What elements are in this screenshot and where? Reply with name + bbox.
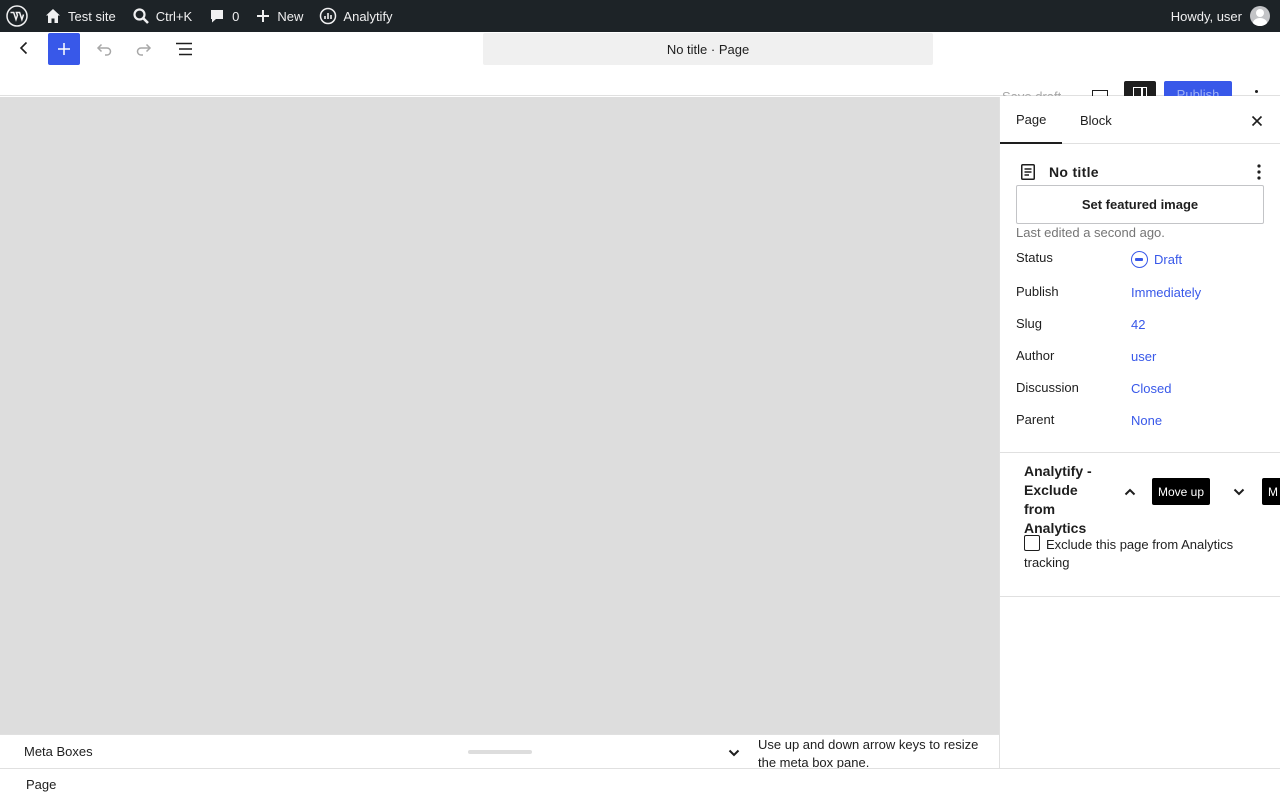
exclude-checkbox-label[interactable]: Exclude this page from Analytics trackin… <box>1024 537 1233 570</box>
my-account-link[interactable]: Howdy, user <box>1171 6 1280 26</box>
author-value[interactable]: user <box>1131 349 1156 364</box>
admin-bar: Test site Ctrl+K 0 New Analytify Howdy, … <box>0 0 1280 32</box>
status-value-text: Draft <box>1154 252 1183 267</box>
publish-value[interactable]: Immediately <box>1131 285 1201 300</box>
avatar <box>1250 6 1270 26</box>
list-view-icon <box>176 42 192 56</box>
chevron-left-icon <box>19 41 28 55</box>
settings-toggle-button[interactable] <box>1124 81 1156 97</box>
new-label: New <box>277 8 304 24</box>
publish-row: Publish Immediately <box>1016 284 1266 304</box>
block-inserter-button[interactable] <box>48 33 80 65</box>
back-button[interactable] <box>8 32 40 64</box>
more-options-icon[interactable] <box>1255 90 1258 93</box>
analytify-link[interactable]: Analytify <box>311 0 400 32</box>
move-down-button[interactable] <box>1227 480 1251 504</box>
comments-link[interactable]: 0 <box>200 0 247 32</box>
save-draft-button[interactable]: Save draft <box>1002 88 1061 96</box>
author-label: Author <box>1016 348 1055 363</box>
new-content-link[interactable]: New <box>247 0 311 32</box>
move-up-tooltip: Move up <box>1152 478 1211 505</box>
editor-footer: Page <box>0 768 1280 800</box>
parent-row: Parent None <box>1016 412 1266 432</box>
set-featured-image-button[interactable]: Set featured image <box>1016 185 1264 224</box>
draft-status-icon <box>1131 251 1148 268</box>
analytify-metabox: Analytify - Exclude from Analytics Move … <box>1000 453 1280 597</box>
comment-icon <box>211 10 224 23</box>
plus-icon <box>58 43 70 55</box>
slug-label: Slug <box>1016 316 1043 331</box>
publish-label: Publish <box>1016 284 1059 299</box>
chevron-down-icon <box>728 749 740 757</box>
settings-sidebar: Page Block No title Set featured image L… <box>999 97 1280 768</box>
tab-page-label: Page <box>1016 112 1047 127</box>
last-edited-text: Last edited a second ago. <box>1016 225 1165 240</box>
search-icon <box>133 8 149 24</box>
metabox-title: Analytify - Exclude from Analytics <box>1024 463 1092 536</box>
editor-canvas[interactable] <box>0 97 999 734</box>
publish-button[interactable]: Publish <box>1164 81 1232 96</box>
redo-button[interactable] <box>128 33 160 65</box>
comments-count: 0 <box>232 8 240 24</box>
status-row: Status Draft <box>1016 250 1266 270</box>
close-icon <box>1251 115 1263 127</box>
discussion-row: Discussion Closed <box>1016 380 1266 400</box>
home-icon <box>46 9 60 23</box>
wordpress-logo-icon[interactable] <box>0 0 36 32</box>
site-name-link[interactable]: Test site <box>36 0 124 32</box>
redo-icon <box>136 43 152 56</box>
greeting-label: Howdy, user <box>1170 8 1242 24</box>
document-title-bar[interactable]: No title · Page <box>483 33 933 65</box>
sidebar-icon <box>1133 87 1147 97</box>
breadcrumb[interactable]: Page <box>26 777 56 792</box>
search-shortcut-label: Ctrl+K <box>155 8 193 24</box>
command-palette-link[interactable]: Ctrl+K <box>124 0 200 32</box>
page-actions-button[interactable] <box>1249 160 1269 184</box>
status-label: Status <box>1016 250 1053 265</box>
tab-block-label: Block <box>1080 113 1112 128</box>
exclude-checkbox[interactable] <box>1024 535 1040 551</box>
chevron-down-icon <box>1233 488 1245 496</box>
preview-icon[interactable] <box>1092 90 1108 96</box>
parent-value[interactable]: None <box>1131 413 1162 428</box>
meta-boxes-title: Meta Boxes <box>24 744 93 759</box>
plus-icon <box>257 10 270 22</box>
chevron-up-icon <box>1124 488 1136 496</box>
page-icon <box>1016 160 1040 184</box>
editor-header: No title · Page Save draft Publish <box>0 32 1280 97</box>
slug-row: Slug 42 <box>1016 316 1266 336</box>
tab-page[interactable]: Page <box>1000 97 1063 144</box>
author-row: Author user <box>1016 348 1266 368</box>
page-summary-header: No title <box>1016 160 1266 184</box>
exclude-checkbox-row: Exclude this page from Analytics trackin… <box>1024 535 1254 572</box>
meta-pane-toggle-button[interactable] <box>724 743 744 763</box>
meta-pane-help-text: Use up and down arrow keys to resize the… <box>758 737 979 770</box>
status-value[interactable]: Draft <box>1131 251 1182 268</box>
slug-value[interactable]: 42 <box>1131 317 1145 332</box>
undo-button[interactable] <box>88 33 120 65</box>
sidebar-tabs: Page Block <box>1000 97 1280 144</box>
analytify-icon <box>320 7 337 25</box>
document-title: No title · Page <box>666 41 750 57</box>
document-overview-button[interactable] <box>168 33 200 65</box>
close-sidebar-button[interactable] <box>1245 109 1269 133</box>
move-up-button[interactable] <box>1118 480 1142 504</box>
analytify-label: Analytify <box>343 8 393 24</box>
parent-label: Parent <box>1016 412 1055 427</box>
discussion-label: Discussion <box>1016 380 1079 395</box>
page-title: No title <box>1049 164 1099 180</box>
more-vertical-icon <box>1257 164 1261 180</box>
undo-icon <box>96 43 112 56</box>
meta-boxes-pane: Meta Boxes Use up and down arrow keys to… <box>0 734 999 770</box>
discussion-value[interactable]: Closed <box>1131 381 1171 396</box>
meta-pane-resize-handle[interactable] <box>468 750 532 754</box>
tab-block[interactable]: Block <box>1064 97 1128 144</box>
move-down-tooltip: M <box>1262 478 1280 505</box>
site-name-label: Test site <box>68 8 116 24</box>
